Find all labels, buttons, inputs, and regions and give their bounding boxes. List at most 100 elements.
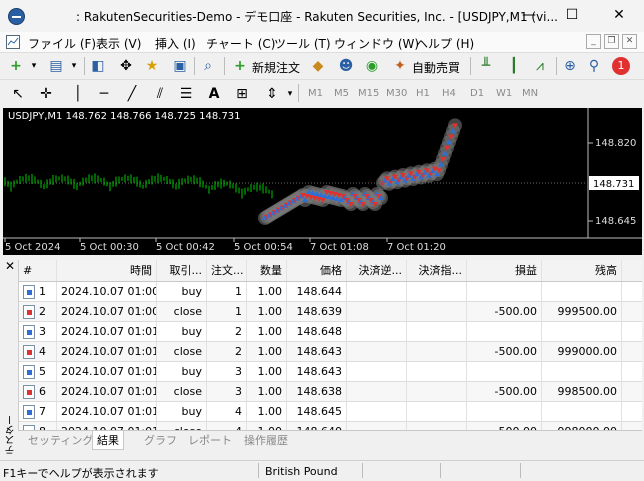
- close-deal-icon: [23, 385, 35, 399]
- table-row[interactable]: 7 2024.10.07 01:01 buy 4 1.00 148.645: [19, 402, 642, 422]
- table-cell: 8: [19, 422, 57, 430]
- fibonacci-icon[interactable]: ☰: [176, 84, 196, 104]
- cell-time: 2024.10.07 01:01: [61, 385, 157, 398]
- channel-icon[interactable]: ⫽: [150, 84, 170, 104]
- timeframe-h4[interactable]: H4: [442, 88, 456, 99]
- timeframe-m30[interactable]: M30: [386, 88, 407, 99]
- metaeditor-icon[interactable]: ◆: [308, 56, 328, 76]
- trendline-icon[interactable]: ╱: [122, 84, 142, 104]
- table-row[interactable]: 2 2024.10.07 01:00 close 1 1.00 148.639 -500.0…: [19, 302, 642, 322]
- standard-toolbar: + ▾ ▤ ▾ ◧ ✥ ★ ▣ ⌕ + 新規注文 ◆ ☻ ◉ ✦ 自動売買 ╨ …: [0, 52, 644, 78]
- market-watch-icon[interactable]: ◧: [88, 56, 108, 76]
- menu-insert[interactable]: 挿入 (I): [155, 35, 196, 52]
- timeframe-d1[interactable]: D1: [470, 88, 484, 99]
- profiles-dropdown-icon[interactable]: ▾: [64, 56, 84, 76]
- auto-trading-icon[interactable]: ✦: [390, 56, 410, 76]
- navigator-crosshair-icon[interactable]: ✥: [116, 56, 136, 76]
- zoom-in-icon[interactable]: ⊕: [560, 56, 580, 76]
- mdi-minimize-button[interactable]: _: [586, 34, 601, 49]
- table-row[interactable]: 82024.10.07 01:01close41.00148.640 -500.0…: [19, 422, 642, 430]
- col-type[interactable]: 取引...: [157, 260, 207, 281]
- time-label-2: 5 Oct 00:30: [80, 242, 139, 253]
- strategy-tester-icon[interactable]: ⌕: [198, 56, 218, 76]
- minimize-button[interactable]: —: [506, 0, 552, 32]
- col-profit[interactable]: 損益: [467, 260, 542, 281]
- crosshair-icon[interactable]: ✛: [36, 84, 56, 104]
- cell-time: 2024.10.07 01:00: [61, 305, 157, 318]
- menu-bar: ファイル (F) 表示 (V) 挿入 (I) チャート (C) ツール (T) …: [0, 32, 644, 52]
- chart-window-icon[interactable]: [6, 35, 20, 49]
- table-row[interactable]: 6 2024.10.07 01:01 close 3 1.00 148.638 -500.0…: [19, 382, 642, 402]
- col-stop-loss[interactable]: 決済逆...: [347, 260, 407, 281]
- shapes-dropdown-icon[interactable]: ▾: [280, 84, 300, 104]
- new-chart-icon[interactable]: +: [6, 56, 26, 76]
- close-deal-icon: [23, 345, 35, 359]
- status-bar: F1キーでヘルプが表示されます British Pound: [0, 460, 644, 480]
- close-window-button[interactable]: ✕: [596, 0, 642, 32]
- menu-file[interactable]: ファイル (F): [28, 35, 96, 52]
- table-row[interactable]: 3 2024.10.07 01:01 buy 2 1.00 148.648: [19, 322, 642, 342]
- new-order-button[interactable]: 新規注文: [252, 59, 300, 76]
- cell-type: buy: [181, 285, 202, 298]
- vertical-line-icon[interactable]: │: [68, 84, 88, 104]
- horizontal-line-icon[interactable]: ─: [94, 84, 114, 104]
- favorites-star-icon[interactable]: ★: [142, 56, 162, 76]
- profiles-icon[interactable]: ▤: [46, 56, 66, 76]
- cell-order: 1: [235, 305, 242, 318]
- terminal-icon[interactable]: ▣: [170, 56, 190, 76]
- table-cell: close: [157, 382, 207, 401]
- timeframe-h1[interactable]: H1: [416, 88, 430, 99]
- signals-icon[interactable]: ◉: [362, 56, 382, 76]
- text-tool[interactable]: A: [204, 84, 224, 104]
- search-icon[interactable]: ⚲: [584, 56, 604, 76]
- cell-balance: 999000.00: [557, 345, 618, 358]
- table-row[interactable]: 4 2024.10.07 01:01 close 2 1.00 148.643 -500.0…: [19, 342, 642, 362]
- cursor-icon[interactable]: ↖: [8, 84, 28, 104]
- col-num[interactable]: #: [19, 260, 57, 281]
- col-order[interactable]: 注文...: [207, 260, 247, 281]
- maximize-button[interactable]: ☐: [549, 0, 595, 32]
- label-tool-icon[interactable]: ⊞: [232, 84, 252, 104]
- menu-help[interactable]: ヘルプ (H): [416, 35, 474, 52]
- table-cell: [542, 402, 622, 421]
- auto-trading-button[interactable]: 自動売買: [412, 59, 460, 76]
- col-volume[interactable]: 数量: [247, 260, 287, 281]
- dropdown-arrow-icon[interactable]: ▾: [24, 56, 44, 76]
- table-row[interactable]: 5 2024.10.07 01:01 buy 3 1.00 148.643: [19, 362, 642, 382]
- menu-window[interactable]: ウィンドウ (W): [334, 35, 419, 52]
- menu-tools[interactable]: ツール (T): [274, 35, 331, 52]
- app-icon[interactable]: [8, 8, 25, 25]
- cell-price: 148.639: [296, 305, 343, 318]
- line-chart-icon[interactable]: ⩘: [530, 56, 550, 76]
- mdi-restore-button[interactable]: ❐: [604, 34, 619, 49]
- table-row[interactable]: 1 2024.10.07 01:00 buy 1 1.00 148.644: [19, 282, 642, 302]
- menu-view[interactable]: 表示 (V): [96, 35, 141, 52]
- timeframe-m1[interactable]: M1: [308, 88, 323, 99]
- mdi-close-button[interactable]: ✕: [622, 34, 637, 49]
- col-price[interactable]: 価格: [287, 260, 347, 281]
- table-cell: 2: [207, 322, 247, 341]
- cell-type: buy: [181, 325, 202, 338]
- tab-report[interactable]: レポート: [184, 431, 236, 450]
- timeframe-m5[interactable]: M5: [334, 88, 349, 99]
- tab-graph[interactable]: グラフ: [140, 431, 181, 450]
- menu-chart[interactable]: チャート (C): [206, 35, 275, 52]
- bar-chart-icon[interactable]: ╨: [476, 56, 496, 76]
- timeframe-mn[interactable]: MN: [522, 88, 538, 99]
- tab-results[interactable]: 結果: [92, 431, 124, 450]
- timeframe-m15[interactable]: M15: [358, 88, 379, 99]
- col-take-profit[interactable]: 決済指...: [407, 260, 467, 281]
- candlestick-icon[interactable]: ┃: [504, 56, 524, 76]
- timeframe-w1[interactable]: W1: [496, 88, 512, 99]
- shapes-icon[interactable]: ⇕: [262, 84, 282, 104]
- account-icon[interactable]: ☻: [336, 56, 356, 76]
- col-balance[interactable]: 残高: [542, 260, 622, 281]
- tab-settings[interactable]: セッティング: [24, 431, 97, 450]
- tab-journal[interactable]: 操作履歴: [240, 431, 292, 450]
- table-cell: 2024.10.07 01:01: [57, 322, 157, 341]
- col-time[interactable]: 時間: [57, 260, 157, 281]
- new-order-icon[interactable]: +: [230, 56, 250, 76]
- price-chart[interactable]: 148.820 148.645 148.731 5 Oct 2024 5 Oct…: [3, 108, 642, 255]
- close-panel-button[interactable]: ✕: [3, 259, 17, 273]
- notification-badge[interactable]: 1: [612, 57, 630, 75]
